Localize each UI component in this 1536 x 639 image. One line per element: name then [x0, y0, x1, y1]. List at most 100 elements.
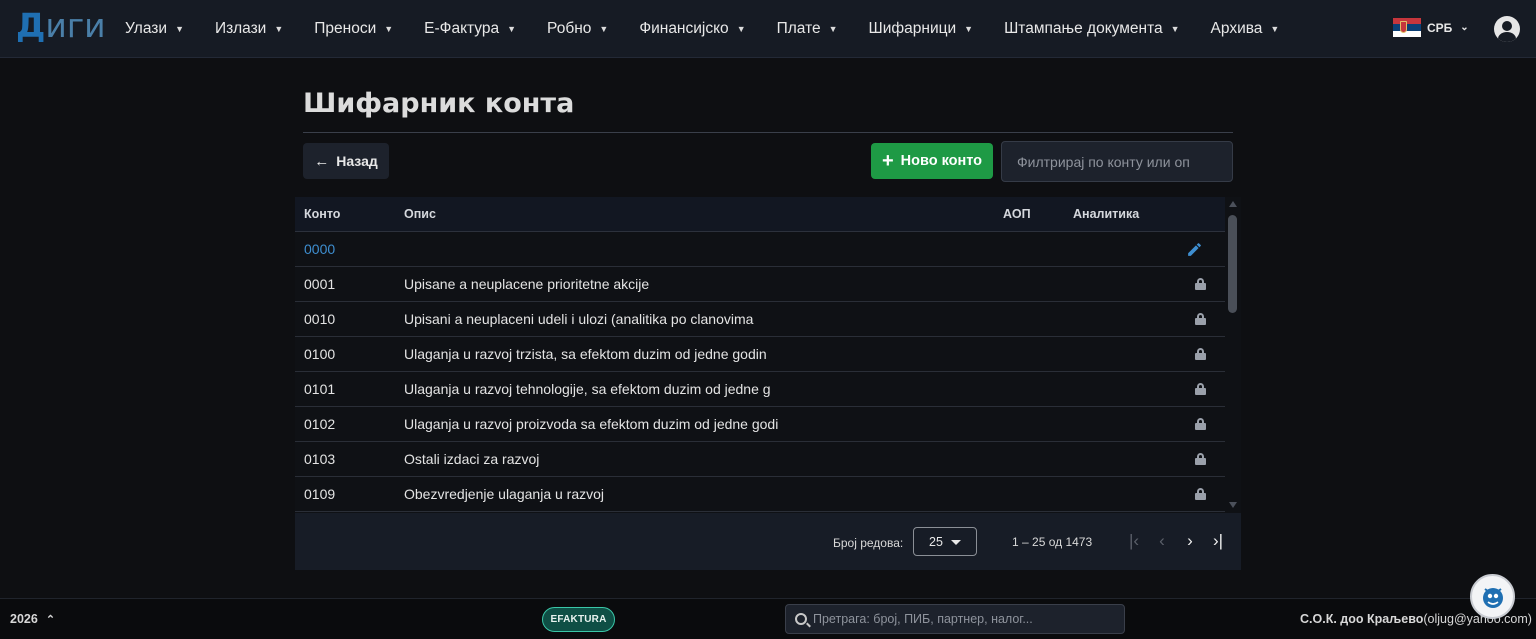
back-button-label: Назад: [336, 153, 378, 169]
konto-cell: 0001: [304, 276, 336, 292]
next-page-icon[interactable]: ›: [1178, 529, 1202, 553]
global-search-input[interactable]: [813, 612, 1113, 626]
menu-label: Плате: [776, 20, 821, 37]
filter-input[interactable]: [1001, 141, 1233, 182]
menu-label: Архива: [1210, 20, 1263, 37]
menu-label: Преноси: [314, 20, 377, 37]
table-row[interactable]: 0000: [295, 232, 1225, 267]
menu-label: Шифарници: [868, 20, 957, 37]
konto-cell: 0109: [304, 486, 336, 502]
opis-cell: Ulaganja u razvoj tehnologije, sa efekto…: [404, 381, 771, 397]
menu-label: Робно: [547, 20, 592, 37]
rows-per-page-select[interactable]: 25: [913, 527, 977, 556]
table-row[interactable]: 0101 Ulaganja u razvoj tehnologije, sa e…: [295, 372, 1225, 407]
caret-down-icon: ▼: [175, 24, 184, 34]
status-bar: 2026 ⌃ EFAKTURA С.О.К. доо Краљево(oljug…: [0, 598, 1536, 639]
opis-cell: Ostali izdaci za razvoj: [404, 451, 540, 467]
arrow-left-icon: ←: [314, 152, 330, 170]
main-menu: Улази ▼ Излази ▼ Преноси ▼ Е-Фактура ▼ Робно…: [125, 0, 1310, 58]
menu-label: Е-Фактура: [424, 20, 500, 37]
konto-cell: 0010: [304, 311, 336, 327]
efaktura-badge[interactable]: EFAKTURA: [542, 607, 615, 632]
table-scrollbar[interactable]: [1225, 197, 1241, 512]
year-selector[interactable]: 2026 ⌃: [10, 612, 55, 626]
language-selector[interactable]: СРБ ⌄: [1393, 18, 1469, 37]
menu-label: Излази: [215, 20, 267, 37]
menu-sifarnici[interactable]: Шифарници ▼: [869, 20, 974, 38]
table-row[interactable]: 0100 Ulaganja u razvoj trzista, sa efekt…: [295, 337, 1225, 372]
rows-per-page-label: Број редова:: [833, 536, 904, 550]
dropdown-arrow-icon: [951, 540, 961, 545]
caret-down-icon: ▼: [384, 24, 394, 34]
company-name: С.О.К. доо Краљево: [1300, 612, 1424, 626]
opis-cell: Obezvredjenje ulaganja u razvoj: [404, 486, 605, 502]
menu-label: Улази: [125, 20, 168, 37]
opis-cell: Ulaganja u razvoj trzista, sa efektom du…: [404, 346, 767, 362]
table-row[interactable]: 0010 Upisani a neuplaceni udeli i ulozi …: [295, 302, 1225, 337]
global-search[interactable]: [785, 604, 1125, 634]
last-page-icon[interactable]: ›|: [1206, 529, 1230, 553]
new-account-label: Ново конто: [900, 153, 983, 169]
scroll-down-icon[interactable]: [1229, 502, 1237, 508]
opis-cell: Upisane a neuplacene prioritetne akcije: [404, 276, 650, 292]
title-divider: [303, 132, 1233, 133]
table-row[interactable]: 0103 Ostali izdaci za razvoj: [295, 442, 1225, 477]
menu-ulazi[interactable]: Улази ▼: [125, 20, 184, 38]
previous-page-icon[interactable]: ‹: [1150, 529, 1174, 553]
menu-efaktura[interactable]: Е-Фактура ▼: [424, 20, 516, 38]
menu-label: Штампање документа: [1004, 20, 1163, 37]
caret-down-icon: ▼: [274, 24, 284, 34]
logo-rest: иги: [45, 6, 106, 45]
menu-robno[interactable]: Робно ▼: [547, 20, 608, 38]
year-value: 2026: [10, 612, 38, 626]
menu-label: Финансијско: [639, 20, 729, 37]
serbia-flag-icon: [1393, 18, 1421, 37]
scroll-up-icon[interactable]: [1229, 201, 1237, 207]
first-page-icon[interactable]: |‹: [1122, 529, 1146, 553]
table-row[interactable]: 0109 Obezvredjenje ulaganja u razvoj: [295, 477, 1225, 512]
menu-izlazi[interactable]: Излази ▼: [215, 20, 283, 38]
top-navbar: Диги Улази ▼ Излази ▼ Преноси ▼ Е-Фактура ▼ …: [0, 0, 1536, 58]
back-button[interactable]: ← Назад: [303, 143, 389, 179]
caret-down-icon: ▼: [599, 24, 609, 34]
lock-icon: [1195, 488, 1206, 500]
edit-icon[interactable]: [1186, 241, 1203, 258]
logo-first-letter: Д: [16, 6, 46, 45]
chevron-up-icon: ⌃: [45, 613, 56, 626]
user-account-icon[interactable]: [1494, 16, 1520, 42]
menu-stampanje[interactable]: Штампање документа ▼: [1004, 20, 1179, 38]
konto-cell: 0103: [304, 451, 336, 467]
search-icon: [795, 613, 807, 625]
support-chat-button[interactable]: [1470, 574, 1515, 619]
app-logo[interactable]: Диги: [16, 6, 106, 45]
caret-down-icon: ▼: [964, 24, 974, 34]
caret-down-icon: ▼: [507, 24, 517, 34]
support-mascot-icon: [1482, 587, 1503, 608]
table-row[interactable]: 0102 Ulaganja u razvoj proizvoda sa efek…: [295, 407, 1225, 442]
menu-plate[interactable]: Плате ▼: [777, 20, 838, 38]
opis-cell: Ulaganja u razvoj proizvoda sa efektom d…: [404, 416, 779, 432]
accounts-table: Конто Опис АОП Аналитика 0000 0001 Upisa…: [295, 197, 1241, 570]
page-title: Шифарник конта: [303, 88, 575, 119]
rows-per-page-value: 25: [929, 534, 943, 549]
column-header-konto[interactable]: Конто: [304, 207, 340, 221]
menu-prenosi[interactable]: Преноси ▼: [314, 20, 393, 38]
menu-arhiva[interactable]: Архива ▼: [1211, 20, 1280, 38]
lock-icon: [1195, 313, 1206, 325]
konto-link[interactable]: 0000: [304, 241, 335, 257]
caret-down-icon: ▼: [736, 24, 746, 34]
konto-cell: 0102: [304, 416, 336, 432]
language-code: СРБ: [1427, 20, 1453, 35]
scrollbar-thumb[interactable]: [1228, 215, 1237, 313]
column-header-opis[interactable]: Опис: [404, 207, 436, 221]
table-pagination: Број редова: 25 1 – 25 од 1473 |‹ ‹ › ›|: [295, 513, 1241, 570]
lock-icon: [1195, 278, 1206, 290]
new-account-button[interactable]: + Ново конто: [871, 143, 993, 179]
caret-down-icon: ▼: [1170, 24, 1180, 34]
menu-finansijsko[interactable]: Финансијско ▼: [639, 20, 745, 38]
table-header: Конто Опис АОП Аналитика: [295, 197, 1241, 232]
table-row[interactable]: 0001 Upisane a neuplacene prioritetne ak…: [295, 267, 1225, 302]
opis-cell: Upisani a neuplaceni udeli i ulozi (anal…: [404, 311, 754, 327]
column-header-analitika[interactable]: Аналитика: [1073, 207, 1139, 221]
column-header-aop[interactable]: АОП: [1003, 207, 1031, 221]
